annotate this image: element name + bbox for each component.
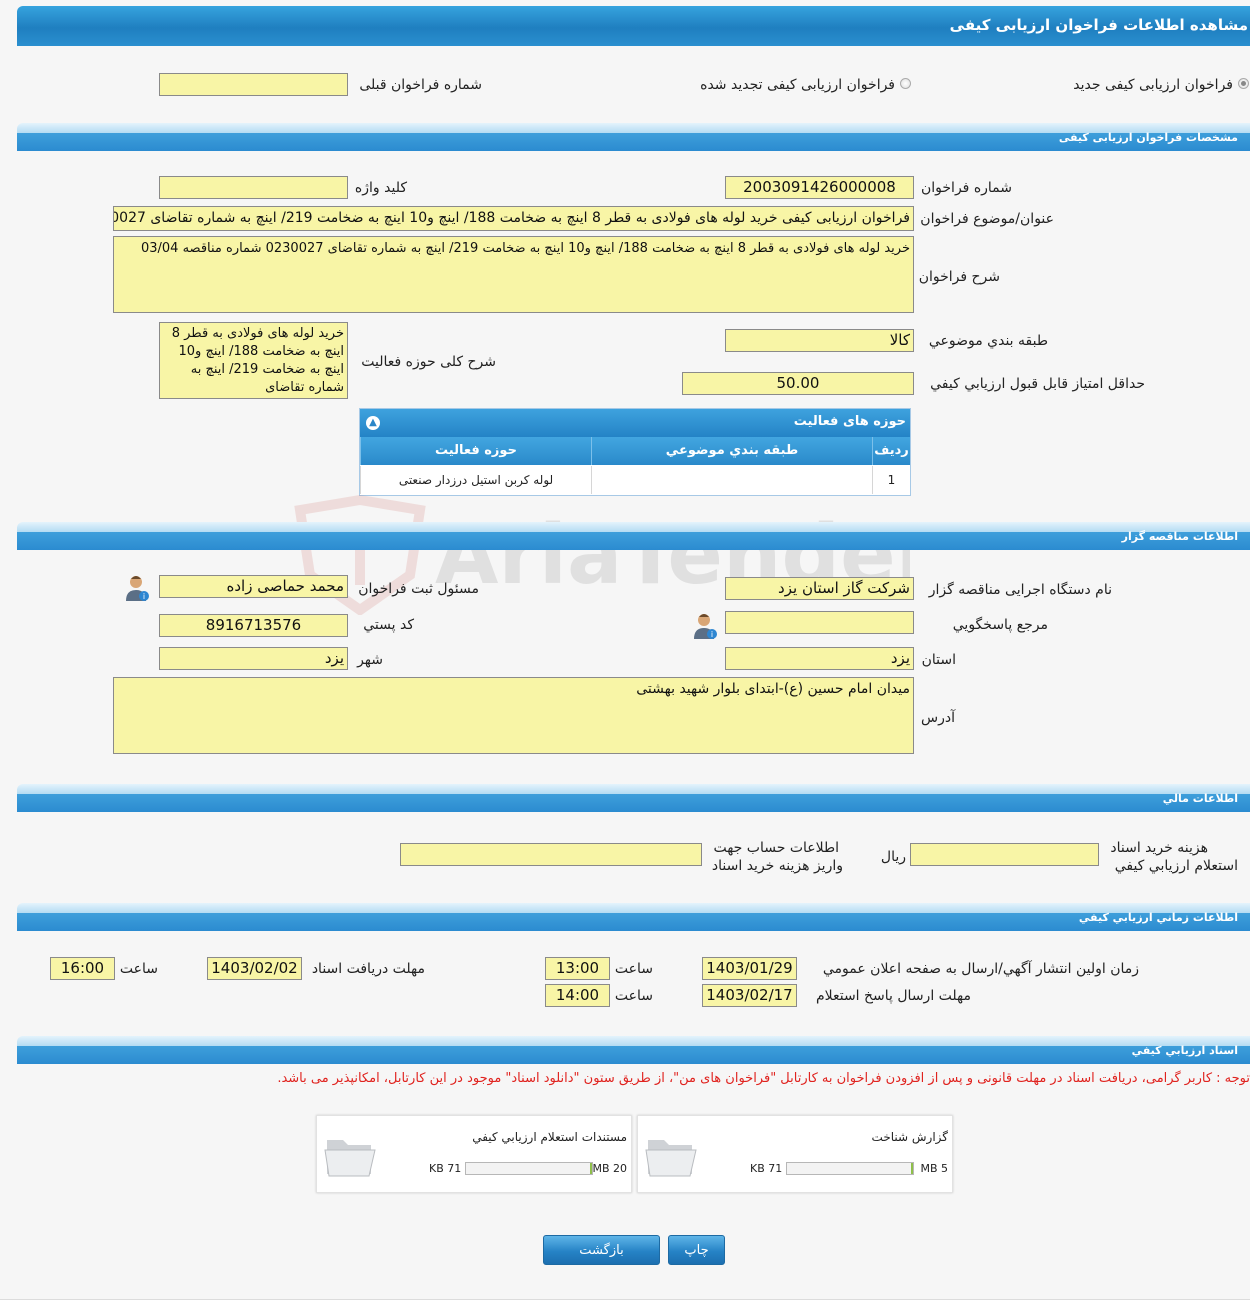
prev-call-number-field[interactable] [159, 73, 348, 96]
city-label: شهر [357, 652, 383, 668]
document-used-size: 71 KB [750, 1162, 783, 1175]
min-score-label: حداقل امتیاز قابل قبول ارزيابي کيفي [930, 376, 1145, 392]
postal-field[interactable]: 8916713576 [159, 614, 348, 637]
registrar-field[interactable]: محمد حماصی زاده [159, 575, 348, 598]
document-card[interactable]: مستندات استعلام ارزيابي کيفي 20 MB 71 KB [316, 1115, 632, 1193]
keyword-label: کلید واژه [354, 180, 407, 196]
doc-deadline-time-label: ساعت [119, 961, 158, 977]
section-header-timing: اطلاعات زماني ارزيابي کيفي [17, 903, 1250, 931]
subject-label: عنوان/موضوع فراخوان [920, 211, 1054, 227]
postal-label: کد پستي [363, 617, 414, 633]
table-cell-category [591, 466, 872, 494]
account-field[interactable] [400, 843, 702, 866]
province-label: استان [921, 652, 956, 668]
call-number-field[interactable]: 2003091426000008 [725, 176, 914, 199]
radio-renewed-call[interactable] [900, 78, 911, 89]
folder-icon [645, 1140, 697, 1177]
subject-field[interactable]: فراخوان ارزیابی کیفی خرید لوله های فولاد… [113, 206, 914, 231]
section-header-documents: اسناد ارزيابي کيفي [17, 1036, 1250, 1064]
folder-icon [324, 1140, 376, 1177]
document-usage-bar [465, 1162, 593, 1175]
publish-label: زمان اولين انتشار آگهي/ارسال به صفحه اعل… [822, 961, 1139, 977]
section-title-organizer: اطلاعات مناقصه گزار [1121, 530, 1238, 543]
org-label: نام دستگاه اجرایی مناقصه گزار [928, 582, 1112, 598]
reference-field[interactable] [725, 611, 914, 634]
account-label-line1: اطلاعات حساب جهت [713, 840, 839, 856]
activity-table: حوزه های فعالیت ▲ رديف طبقه بندي موضوعي … [359, 408, 911, 496]
publish-date-field[interactable]: 1403/01/29 [702, 957, 797, 980]
doc-deadline-label: مهلت دريافت اسناد [311, 961, 425, 977]
province-field[interactable]: یزد [725, 647, 914, 670]
user-info-icon[interactable]: i [692, 611, 718, 641]
table-cell-row: 1 [872, 466, 910, 494]
print-button[interactable]: چاپ [668, 1235, 725, 1265]
document-name: گزارش شناخت [871, 1130, 948, 1144]
section-title-financial: اطلاعات مالي [1162, 792, 1238, 805]
svg-text:i: i [711, 630, 713, 639]
reply-deadline-date-field[interactable]: 1403/02/17 [702, 984, 797, 1007]
description-textarea[interactable]: خرید لوله های فولادی به قطر 8 اینچ به ضخ… [113, 236, 914, 313]
document-max-size: 20 MB [592, 1162, 627, 1175]
publish-time-field[interactable]: 13:00 [545, 957, 610, 980]
document-max-size: 5 MB [920, 1162, 948, 1175]
section-header-organizer: اطلاعات مناقصه گزار [17, 522, 1250, 550]
activity-desc-textarea[interactable]: خرید لوله های فولادی به قطر 8 اینچ به ضخ… [159, 322, 348, 399]
section-header-specs: مشخصات فراخوان ارزیابی کیفی [17, 123, 1250, 151]
fee-label-line2: استعلام ارزيابي کيفي [1114, 858, 1238, 874]
col-header-category[interactable]: طبقه بندي موضوعي [591, 437, 872, 465]
document-name: مستندات استعلام ارزيابي کيفي [472, 1130, 627, 1144]
radio-new-call-label: فراخوان ارزیابی کیفی جدید [1073, 77, 1233, 93]
call-number-label: شماره فراخوان [921, 180, 1012, 196]
col-header-row[interactable]: رديف [872, 437, 910, 465]
fee-label-line1: هزینه خرید اسناد [1110, 840, 1208, 856]
category-label: طبقه بندي موضوعي [928, 333, 1048, 349]
doc-deadline-date-field[interactable]: 1403/02/02 [207, 957, 302, 980]
address-textarea[interactable]: میدان امام حسین (ع)-ابتدای بلوار شهید به… [113, 677, 914, 754]
publish-time-label: ساعت [614, 961, 653, 977]
document-usage-fill [911, 1163, 913, 1174]
currency-label: ريال [880, 849, 906, 865]
section-title-timing: اطلاعات زماني ارزيابي کيفي [1078, 911, 1238, 924]
keyword-field[interactable] [159, 176, 348, 199]
doc-deadline-time-field[interactable]: 16:00 [50, 957, 115, 980]
reply-time-label: ساعت [614, 988, 653, 1004]
city-field[interactable]: یزد [159, 647, 348, 670]
section-title-specs: مشخصات فراخوان ارزیابی کیفی [1058, 131, 1238, 144]
registrar-label: مسئول ثبت فراخوان [358, 581, 479, 597]
radio-new-call[interactable] [1238, 78, 1249, 89]
reply-deadline-label: مهلت ارسال پاسخ استعلام [815, 988, 971, 1004]
table-cell-activity: لوله کربن استیل درزدار صنعتی [360, 466, 591, 494]
fee-field[interactable] [910, 843, 1099, 866]
activity-desc-label: شرح کلی حوزه فعالیت [361, 354, 496, 370]
prev-call-number-label: شماره فراخوان قبلی [359, 77, 482, 93]
reference-label: مرجع پاسخگويي [952, 617, 1048, 633]
activity-table-title: حوزه های فعالیت [793, 414, 906, 429]
document-usage-fill [590, 1163, 592, 1174]
document-used-size: 71 KB [429, 1162, 462, 1175]
section-header-financial: اطلاعات مالي [17, 784, 1250, 812]
window-title-bar: مشاهده اطلاعات فراخوان ارزیابی کیفی [17, 6, 1250, 46]
description-label: شرح فراخوان [918, 269, 1000, 285]
user-info-icon[interactable]: i [124, 573, 150, 603]
documents-notice: توجه : کاربر گرامی، دریافت اسناد در مهلت… [277, 1071, 1250, 1086]
activity-table-header: حوزه های فعالیت ▲ [360, 409, 910, 437]
category-field[interactable]: کالا [725, 329, 914, 352]
address-label: آدرس [921, 710, 955, 726]
section-title-documents: اسناد ارزيابي کيفي [1131, 1044, 1238, 1057]
min-score-field[interactable]: 50.00 [682, 372, 914, 395]
document-card[interactable]: گزارش شناخت 5 MB 71 KB [637, 1115, 953, 1193]
col-header-activity[interactable]: حوزه فعالیت [360, 437, 591, 465]
radio-renewed-call-label: فراخوان ارزیابی کیفی تجدید شده [700, 77, 895, 93]
org-field[interactable]: شرکت گاز استان یزد [725, 577, 914, 600]
svg-text:i: i [143, 592, 145, 601]
account-label-line2: واریز هزینه خرید اسناد [711, 858, 843, 874]
collapse-icon[interactable]: ▲ [366, 416, 380, 430]
back-button[interactable]: بازگشت [543, 1235, 660, 1265]
document-usage-bar [786, 1162, 914, 1175]
window-title: مشاهده اطلاعات فراخوان ارزیابی کیفی [949, 16, 1248, 34]
reply-deadline-time-field[interactable]: 14:00 [545, 984, 610, 1007]
